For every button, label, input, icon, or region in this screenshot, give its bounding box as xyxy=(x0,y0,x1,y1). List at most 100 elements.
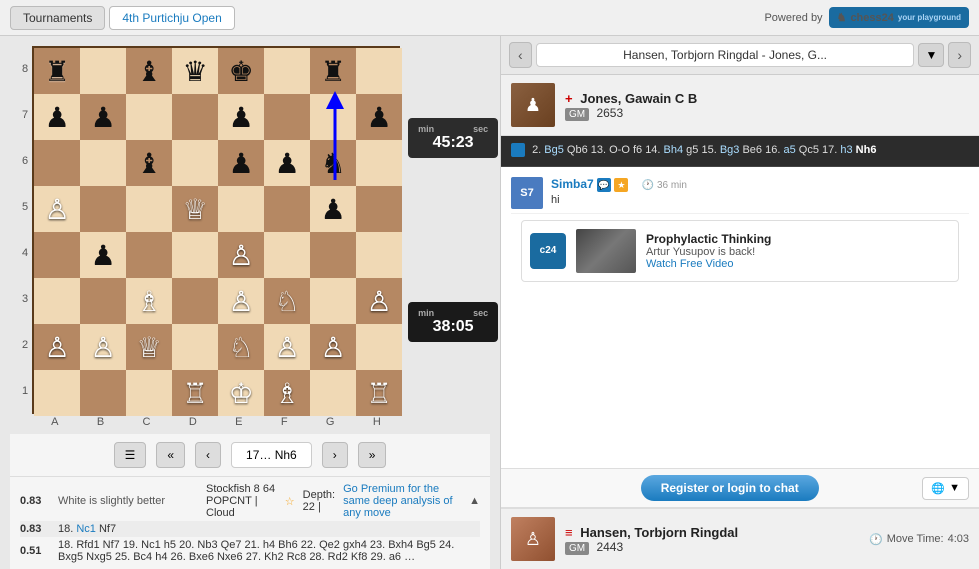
board-cell-h1[interactable]: ♖ xyxy=(356,370,402,416)
board-cell-a5[interactable]: ♙ xyxy=(34,186,80,232)
board-cell-e7[interactable]: ♟ xyxy=(218,94,264,140)
board-cell-e6[interactable]: ♟ xyxy=(218,140,264,186)
board-cell-g3[interactable] xyxy=(310,278,356,324)
jones-rating-row: GM 2653 xyxy=(565,106,969,120)
board-cell-e8[interactable]: ♚ xyxy=(218,48,264,94)
board-cell-g2[interactable]: ♙ xyxy=(310,324,356,370)
board-cell-c3[interactable]: ♗ xyxy=(126,278,172,324)
active-tournament-tab[interactable]: 4th Purtichju Open xyxy=(109,6,234,30)
chess24-logo[interactable]: ♞ chess24 your playground xyxy=(829,7,969,28)
board-cell-c8[interactable]: ♝ xyxy=(126,48,172,94)
language-button[interactable]: 🌐 ▼ xyxy=(922,477,969,500)
board-cell-a8[interactable]: ♜ xyxy=(34,48,80,94)
board-cell-c5[interactable] xyxy=(126,186,172,232)
notation-toggle[interactable] xyxy=(511,143,525,157)
ad-image xyxy=(576,229,636,273)
board-cell-d4[interactable] xyxy=(172,232,218,278)
next-move-button[interactable]: › xyxy=(322,442,348,468)
board-cell-e5[interactable] xyxy=(218,186,264,232)
board-cell-e4[interactable]: ♙ xyxy=(218,232,264,278)
ad-content: Prophylactic Thinking Artur Yusupov is b… xyxy=(646,232,950,270)
board-cell-h5[interactable] xyxy=(356,186,402,232)
analysis-premium-1[interactable]: Go Premium for the same deep analysis of… xyxy=(343,483,461,519)
board-cell-b4[interactable]: ♟ xyxy=(80,232,126,278)
board-cell-c1[interactable] xyxy=(126,370,172,416)
top-clock-label: min sec xyxy=(418,124,488,134)
board-cell-f4[interactable] xyxy=(264,232,310,278)
board-cell-f3[interactable]: ♘ xyxy=(264,278,310,324)
board-cell-b3[interactable] xyxy=(80,278,126,324)
chessboard[interactable]: ♜ ♝ ♛ ♚ ♜ ♟ ♟ ♟ ♟ xyxy=(32,46,400,414)
board-cell-e2[interactable]: ♘ xyxy=(218,324,264,370)
board-cell-g4[interactable] xyxy=(310,232,356,278)
clock-area: min sec 45:23 min sec 38:05 xyxy=(408,46,498,414)
board-cell-c7[interactable] xyxy=(126,94,172,140)
register-login-button[interactable]: Register or login to chat xyxy=(641,475,819,501)
last-move-button[interactable]: » xyxy=(358,442,387,468)
board-cell-b5[interactable] xyxy=(80,186,126,232)
move-nc1-link[interactable]: Nc1 xyxy=(76,523,96,535)
board-cell-a6[interactable] xyxy=(34,140,80,186)
board-cell-c6[interactable]: ♝ xyxy=(126,140,172,186)
board-cell-c2[interactable]: ♕ xyxy=(126,324,172,370)
board-cell-b8[interactable] xyxy=(80,48,126,94)
board-cell-f1[interactable]: ♗ xyxy=(264,370,310,416)
ad-watch-link[interactable]: Watch Free Video xyxy=(646,258,950,270)
chess24-advertisement[interactable]: c24 Prophylactic Thinking Artur Yusupov … xyxy=(521,220,959,282)
board-cell-b1[interactable] xyxy=(80,370,126,416)
first-move-button[interactable]: « xyxy=(156,442,185,468)
chess24-ad-logo: c24 xyxy=(530,233,566,269)
board-cell-g1[interactable] xyxy=(310,370,356,416)
analysis-desc-1: White is slightly better xyxy=(58,495,198,507)
board-cell-e3[interactable]: ♙ xyxy=(218,278,264,324)
header: Tournaments 4th Purtichju Open Powered b… xyxy=(0,0,979,36)
board-cell-a7[interactable]: ♟ xyxy=(34,94,80,140)
board-cell-d3[interactable] xyxy=(172,278,218,324)
board-cell-b7[interactable]: ♟ xyxy=(80,94,126,140)
board-cell-a4[interactable] xyxy=(34,232,80,278)
board-cell-d6[interactable] xyxy=(172,140,218,186)
board-cell-h2[interactable] xyxy=(356,324,402,370)
board-cell-a3[interactable] xyxy=(34,278,80,324)
board-cell-a2[interactable]: ♙ xyxy=(34,324,80,370)
board-cell-f7[interactable] xyxy=(264,94,310,140)
board-cell-d2[interactable] xyxy=(172,324,218,370)
board-cell-b2[interactable]: ♙ xyxy=(80,324,126,370)
next-game-button[interactable]: › xyxy=(948,42,971,68)
board-cell-g7[interactable] xyxy=(310,94,356,140)
player-hansen-section: ♙ ≡ Hansen, Torbjorn Ringdal GM 2443 🕐 M… xyxy=(501,508,979,569)
prev-game-button[interactable]: ‹ xyxy=(509,42,532,68)
board-cell-a1[interactable] xyxy=(34,370,80,416)
board-cell-d1[interactable]: ♖ xyxy=(172,370,218,416)
board-cell-h3[interactable]: ♙ xyxy=(356,278,402,324)
game-select-button[interactable]: ▼ xyxy=(918,43,944,67)
board-cell-g5[interactable]: ♟ xyxy=(310,186,356,232)
chat-username-row: Simba7 💬 ★ 🕐 36 min xyxy=(551,177,687,193)
board-cell-d8[interactable]: ♛ xyxy=(172,48,218,94)
board-cell-b6[interactable] xyxy=(80,140,126,186)
jones-name: + Jones, Gawain C B xyxy=(565,91,969,106)
notation-text: 2. Bg5 Qb6 13. O-O f6 14. Bh4 g5 15. Bg3… xyxy=(532,144,876,156)
bottom-clock-label: min sec xyxy=(418,308,488,318)
simba7-username[interactable]: Simba7 xyxy=(551,177,594,191)
board-cell-c4[interactable] xyxy=(126,232,172,278)
board-cell-f6[interactable]: ♟ xyxy=(264,140,310,186)
board-cell-h4[interactable] xyxy=(356,232,402,278)
collapse-icon[interactable]: ▲ xyxy=(469,495,480,507)
board-cell-d7[interactable] xyxy=(172,94,218,140)
board-cell-e1[interactable]: ♔ xyxy=(218,370,264,416)
board-cell-h7[interactable]: ♟ xyxy=(356,94,402,140)
board-cell-f8[interactable] xyxy=(264,48,310,94)
tournaments-button[interactable]: Tournaments xyxy=(10,6,105,30)
hansen-info: ≡ Hansen, Torbjorn Ringdal GM 2443 xyxy=(565,525,859,554)
board-cell-d5[interactable]: ♕ xyxy=(172,186,218,232)
board-cell-f5[interactable] xyxy=(264,186,310,232)
board-cell-f2[interactable]: ♙ xyxy=(264,324,310,370)
prev-move-button[interactable]: ‹ xyxy=(195,442,221,468)
menu-button[interactable]: ☰ xyxy=(114,442,147,468)
board-cell-h6[interactable] xyxy=(356,140,402,186)
board-cell-g8[interactable]: ♜ xyxy=(310,48,356,94)
board-area: 8 7 6 5 4 3 2 1 ♜ ♝ ♛ ♚ ♜ xyxy=(0,36,500,569)
board-cell-g6[interactable]: ♞ xyxy=(310,140,356,186)
board-cell-h8[interactable] xyxy=(356,48,402,94)
